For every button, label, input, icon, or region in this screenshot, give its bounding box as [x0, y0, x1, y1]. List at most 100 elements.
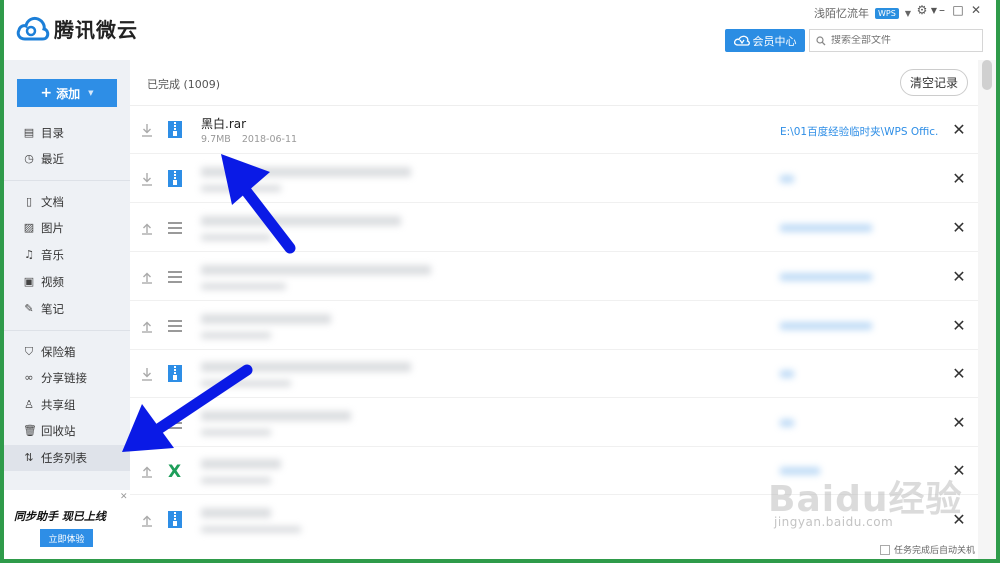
sidebar-item-recycle-bin[interactable]: 🗑 回收站 — [4, 418, 130, 444]
plus-icon: + — [40, 85, 53, 101]
sidebar-item-video[interactable]: ▣ 视频 — [4, 269, 130, 295]
generic-file-icon — [168, 417, 182, 429]
link-icon: ∞ — [24, 371, 34, 384]
remove-task-icon[interactable]: ✕ — [950, 364, 968, 383]
sidebar-item-documents[interactable]: ▯ 文档 — [4, 189, 130, 215]
member-center-label: 会员中心 — [752, 34, 797, 48]
sidebar-item-images[interactable]: ▨ 图片 — [4, 215, 130, 241]
remove-task-icon[interactable]: ✕ — [950, 169, 968, 188]
file-meta: 9.7MB 2018-06-11 — [201, 134, 297, 145]
file-name: 黑白.rar — [201, 117, 247, 131]
sidebar-item-music[interactable]: ♫ 音乐 — [4, 242, 130, 268]
remove-task-icon[interactable]: ✕ — [950, 120, 968, 139]
app-window: 腾讯微云 浅陌忆流年 WPS ▼ ⚙ ▼ – □ ✕ 会员中心 搜索全部文件 +… — [4, 0, 996, 559]
watermark-url: jingyan.baidu.com — [774, 515, 894, 529]
add-dropdown-icon: ▼ — [88, 89, 94, 97]
member-center-button[interactable]: 会员中心 — [725, 29, 805, 52]
sidebar-item-recent[interactable]: ◷ 最近 — [4, 146, 130, 172]
promo-title: 同步助手 现已上线 — [14, 510, 106, 523]
music-icon: ♫ — [24, 248, 34, 261]
image-icon: ▨ — [23, 221, 35, 234]
upload-icon — [142, 321, 152, 333]
sidebar-item-label: 文档 — [41, 195, 64, 209]
search-icon — [816, 35, 826, 45]
task-list-header: 已完成 (1009) 清空记录 — [130, 60, 978, 106]
add-button[interactable]: + 添加 ▼ — [17, 79, 117, 107]
baidu-watermark: Baidu经验 jingyan.baidu.com — [766, 470, 966, 550]
task-row[interactable]: ✕ — [130, 204, 978, 252]
trash-icon: 🗑 — [23, 424, 37, 437]
sidebar-item-task-list[interactable]: ⇅ 任务列表 — [4, 445, 130, 471]
app-logo: 腾讯微云 — [16, 14, 138, 43]
task-list-icon: ⇅ — [24, 451, 34, 464]
download-icon — [142, 173, 152, 186]
sidebar-item-label: 笔记 — [41, 302, 64, 316]
sidebar-item-label: 视频 — [41, 275, 64, 289]
clock-icon: ◷ — [24, 152, 34, 165]
sidebar-item-share-links[interactable]: ∞ 分享链接 — [4, 365, 130, 391]
sidebar-divider — [4, 330, 130, 331]
minimize-icon[interactable]: – — [934, 3, 950, 17]
generic-file-icon — [168, 320, 182, 332]
excel-file-icon: X — [168, 462, 181, 479]
download-icon — [142, 368, 152, 381]
remove-task-icon[interactable]: ✕ — [950, 413, 968, 432]
directory-icon: ▤ — [23, 126, 35, 139]
file-size: 9.7MB — [201, 134, 231, 145]
remove-task-icon[interactable]: ✕ — [950, 218, 968, 237]
sidebar-item-directory[interactable]: ▤ 目录 — [4, 120, 130, 146]
user-badge: WPS — [875, 7, 899, 19]
sidebar: + 添加 ▼ ▤ 目录 ◷ 最近 ▯ 文档 ▨ 图片 ♫ 音乐 ▣ 视频 ✎ 笔… — [4, 60, 130, 559]
archive-file-icon — [168, 511, 182, 528]
sidebar-item-label: 音乐 — [41, 248, 64, 262]
upload-icon — [142, 466, 152, 478]
sidebar-item-notes[interactable]: ✎ 笔记 — [4, 296, 130, 322]
remove-task-icon[interactable]: ✕ — [950, 267, 968, 286]
task-row[interactable]: ✕ — [130, 350, 978, 398]
sidebar-item-label: 图片 — [41, 221, 64, 235]
task-row[interactable]: ✕ — [130, 155, 978, 203]
vip-cloud-icon — [733, 35, 750, 46]
scrollbar-thumb[interactable] — [982, 60, 992, 90]
username: 浅陌忆流年 — [814, 7, 869, 20]
close-icon[interactable]: ✕ — [120, 492, 128, 502]
video-icon: ▣ — [23, 275, 35, 288]
maximize-icon[interactable]: □ — [950, 3, 966, 17]
upload-icon — [142, 272, 152, 284]
note-icon: ✎ — [24, 302, 34, 315]
task-row[interactable]: 黑白.rar 9.7MB 2018-06-11 E:\01百度经验临时夹\WPS… — [130, 106, 978, 154]
upload-icon — [142, 515, 152, 527]
task-row[interactable]: ✕ — [130, 253, 978, 301]
sidebar-item-safe[interactable]: ⛉ 保险箱 — [4, 339, 130, 365]
generic-file-icon — [168, 271, 182, 283]
sidebar-item-label: 目录 — [41, 126, 64, 140]
task-row[interactable]: ✕ — [130, 302, 978, 350]
user-menu[interactable]: 浅陌忆流年 WPS ▼ — [814, 5, 911, 21]
try-now-button[interactable]: 立即体验 — [40, 529, 93, 547]
generic-file-icon — [168, 222, 182, 234]
sidebar-item-share-group[interactable]: ♙ 共享组 — [4, 392, 130, 418]
archive-file-icon — [168, 121, 182, 138]
search-input[interactable] — [831, 35, 981, 46]
shield-icon: ⛉ — [24, 345, 34, 358]
svg-text:X: X — [168, 462, 181, 479]
close-window-icon[interactable]: ✕ — [968, 3, 984, 17]
group-icon: ♙ — [24, 398, 34, 411]
chevron-down-icon[interactable]: ▼ — [905, 9, 911, 18]
task-row[interactable]: ✕ — [130, 399, 978, 447]
archive-file-icon — [168, 170, 182, 187]
clear-records-button[interactable]: 清空记录 — [900, 69, 968, 96]
upload-icon — [142, 418, 152, 430]
sidebar-divider — [4, 180, 130, 181]
remove-task-icon[interactable]: ✕ — [950, 316, 968, 335]
scrollbar[interactable] — [978, 60, 996, 559]
sidebar-item-label: 回收站 — [41, 424, 76, 438]
sidebar-item-label: 分享链接 — [41, 371, 87, 385]
upload-icon — [142, 223, 152, 235]
file-path-link[interactable]: E:\01百度经验临时夹\WPS Offic... — [780, 124, 938, 139]
search-box[interactable] — [809, 29, 983, 52]
file-date: 2018-06-11 — [241, 134, 298, 145]
sidebar-item-label: 最近 — [41, 152, 64, 166]
add-button-label: 添加 — [56, 86, 81, 101]
download-icon — [142, 124, 152, 137]
